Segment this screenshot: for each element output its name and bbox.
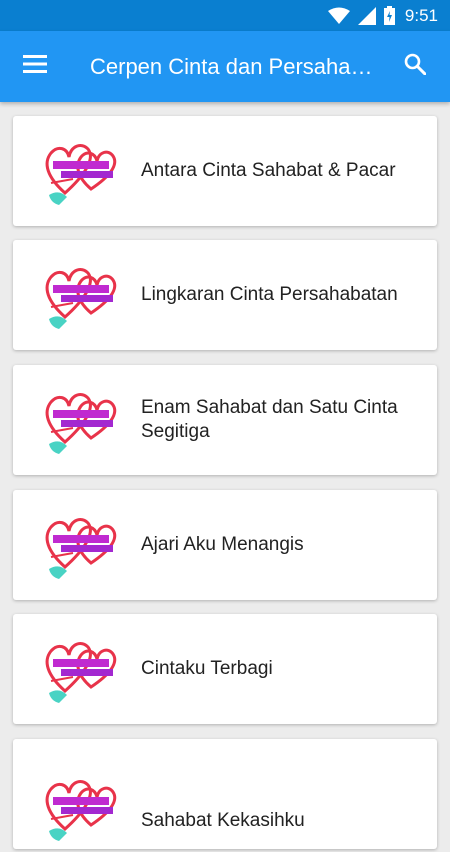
search-icon (404, 53, 427, 80)
list-item[interactable]: Ajari Aku Menangis (13, 490, 437, 600)
list-item-title: Cintaku Terbagi (141, 658, 273, 679)
menu-button[interactable] (0, 31, 70, 102)
hearts-logo-icon (43, 255, 123, 335)
list-item-title: Lingkaran Cinta Persahabatan (141, 284, 398, 305)
list-item-title: Enam Sahabat dan Satu Cinta Segitiga (141, 397, 398, 442)
list-item-title: Sahabat Kekasihku (141, 810, 305, 831)
wifi-icon (327, 7, 350, 25)
list-item-title: Antara Cinta Sahabat & Pacar (141, 160, 396, 181)
hearts-logo-icon (43, 131, 123, 211)
list-item-title: Ajari Aku Menangis (141, 534, 304, 555)
hearts-logo-icon (43, 767, 123, 847)
battery-icon (383, 6, 395, 25)
status-time: 9:51 (404, 5, 438, 25)
search-button[interactable] (380, 31, 450, 102)
app-title: Cerpen Cinta dan Persahabatan (90, 53, 375, 79)
hearts-logo-icon (43, 380, 123, 460)
status-bar: 9:51 (0, 0, 450, 31)
signal-icon (357, 6, 376, 25)
list-item[interactable]: Sahabat Kekasihku (13, 739, 437, 849)
list-item[interactable]: Lingkaran Cinta Persahabatan (13, 240, 437, 350)
app-bar: Cerpen Cinta dan Persahabatan (0, 31, 450, 102)
menu-icon (23, 55, 47, 78)
hearts-logo-icon (43, 629, 123, 709)
list-item[interactable]: Enam Sahabat dan Satu Cinta Segitiga (13, 365, 437, 475)
list-item[interactable]: Cintaku Terbagi (13, 614, 437, 724)
list-item[interactable]: Antara Cinta Sahabat & Pacar (13, 116, 437, 226)
hearts-logo-icon (43, 505, 123, 585)
